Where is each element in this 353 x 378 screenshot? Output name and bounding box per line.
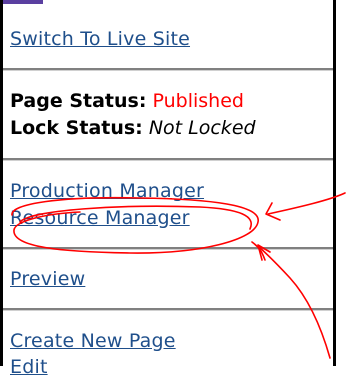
resource-manager-link[interactable]: Resource Manager	[10, 207, 190, 229]
divider	[3, 68, 333, 71]
lock-status-line: Lock Status: Not Locked	[10, 117, 256, 139]
lock-status-value: Not Locked	[148, 117, 256, 139]
create-new-page-link[interactable]: Create New Page	[10, 330, 176, 352]
page-status-line: Page Status: Published	[10, 90, 244, 112]
page-status-label: Page Status:	[10, 90, 147, 112]
production-manager-link[interactable]: Production Manager	[10, 180, 204, 202]
top-tab-fragment	[3, 0, 43, 4]
switch-to-live-site-link[interactable]: Switch To Live Site	[10, 28, 190, 50]
divider	[3, 158, 333, 161]
divider	[3, 308, 333, 311]
preview-link[interactable]: Preview	[10, 268, 85, 290]
right-margin	[336, 0, 353, 366]
lock-status-label: Lock Status:	[10, 117, 143, 139]
edit-link-partial[interactable]: Edit	[10, 356, 48, 378]
page-status-value: Published	[152, 90, 244, 112]
divider	[3, 247, 333, 250]
